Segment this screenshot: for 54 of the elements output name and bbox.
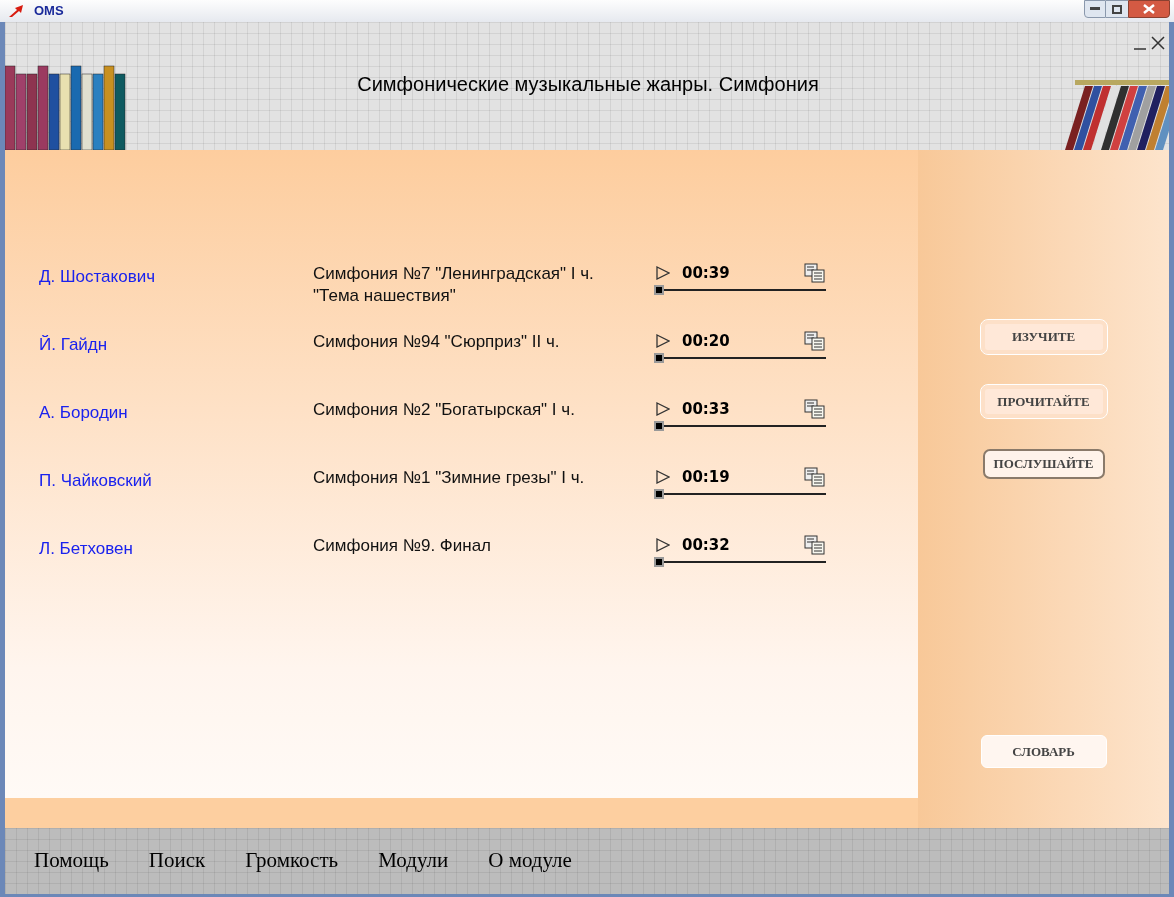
track-duration: 00:20 <box>682 330 730 352</box>
page-title: Симфонические музыкальные жанры. Симфония <box>357 72 819 97</box>
play-icon[interactable] <box>656 266 670 280</box>
bottom-menu-item[interactable]: Модули <box>378 845 449 877</box>
bottom-menu-item[interactable]: Поиск <box>148 845 206 877</box>
work-title: Симфония №94 "Сюрприз" II ч. <box>313 331 561 353</box>
bottom-menu-item[interactable]: Громкость <box>245 845 339 877</box>
track-duration: 00:39 <box>682 262 730 284</box>
window-title: OMS <box>34 2 64 21</box>
copy-icon[interactable] <box>804 467 826 487</box>
play-icon[interactable] <box>656 334 670 348</box>
copy-icon[interactable] <box>804 399 826 419</box>
copy-icon[interactable] <box>804 263 826 283</box>
maximize-button[interactable] <box>1106 0 1128 18</box>
close-button[interactable] <box>1128 0 1170 18</box>
track-duration: 00:33 <box>682 398 730 420</box>
progress-slider[interactable] <box>654 557 826 567</box>
work-title: Симфония №1 "Зимние грезы" I ч. <box>313 467 586 489</box>
maximize-icon <box>1112 4 1122 14</box>
arrow-logo-icon <box>8 4 26 18</box>
progress-slider[interactable] <box>654 353 826 363</box>
bottom-menu-item[interactable]: О модуле <box>488 845 572 877</box>
progress-slider[interactable] <box>654 489 826 499</box>
progress-slider[interactable] <box>654 421 826 431</box>
slider-thumb[interactable] <box>654 421 664 431</box>
slider-thumb[interactable] <box>654 489 664 499</box>
slider-thumb[interactable] <box>654 353 664 363</box>
app-close-icon[interactable] <box>1151 36 1165 50</box>
track-duration: 00:32 <box>682 534 730 556</box>
track-duration: 00:19 <box>682 466 730 488</box>
composer-link[interactable]: Л. Бетховен <box>5 535 313 603</box>
play-icon[interactable] <box>656 470 670 484</box>
slider-thumb[interactable] <box>654 285 664 295</box>
minimize-button[interactable] <box>1084 0 1106 18</box>
work-title: Симфония №2 "Богатырская" I ч. <box>313 399 576 421</box>
play-icon[interactable] <box>656 538 670 552</box>
close-icon <box>1143 4 1155 14</box>
minimize-icon <box>1090 7 1100 11</box>
work-title: Симфония №7 "Ленинградская" I ч. "Тема нашествия" <box>313 263 595 307</box>
slider-thumb[interactable] <box>654 557 664 567</box>
composer-link[interactable]: Д. Шостакович <box>5 263 313 331</box>
composer-link[interactable]: П. Чайковский <box>5 467 313 535</box>
copy-icon[interactable] <box>804 535 826 555</box>
composer-link[interactable]: А. Бородин <box>5 399 313 467</box>
progress-slider[interactable] <box>654 285 826 295</box>
bottom-menu-item[interactable]: Помощь <box>34 845 109 877</box>
dictionary-button[interactable]: СЛОВАРЬ <box>980 734 1107 768</box>
side-button[interactable]: ПРОЧИТАЙТЕ <box>980 384 1107 418</box>
play-icon[interactable] <box>656 402 670 416</box>
work-title: Симфония №9. Финал <box>313 535 493 557</box>
side-button[interactable]: ПОСЛУШАЙТЕ <box>982 449 1105 479</box>
copy-icon[interactable] <box>804 331 826 351</box>
side-button[interactable]: ИЗУЧИТЕ <box>980 320 1107 354</box>
composer-link[interactable]: Й. Гайдн <box>5 331 313 399</box>
